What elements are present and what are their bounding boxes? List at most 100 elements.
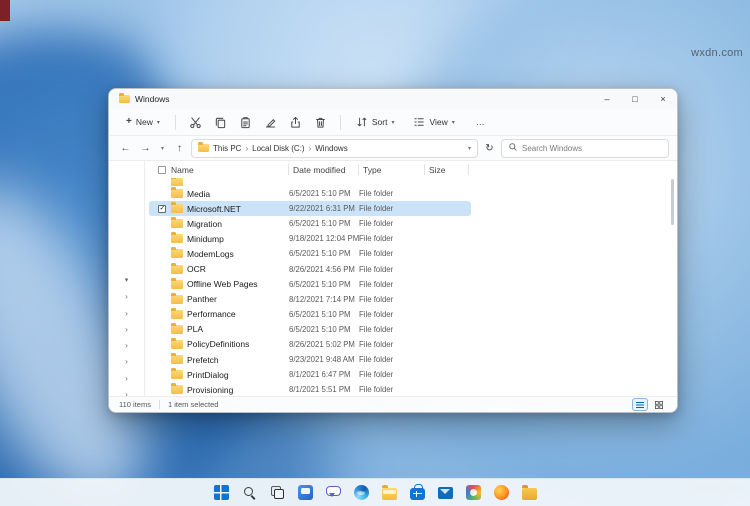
select-all-checkbox[interactable] (153, 164, 171, 175)
scrollbar-thumb[interactable] (671, 179, 674, 225)
row-date: 9/23/2021 9:48 AM (289, 355, 355, 365)
titlebar[interactable]: Windows – □ × (109, 89, 677, 109)
start-button[interactable] (210, 481, 232, 505)
widgets-button[interactable] (294, 481, 316, 505)
row-name: PrintDialog (187, 369, 229, 380)
tree-expander-icon[interactable]: › (109, 322, 144, 338)
row-checkbox[interactable] (153, 235, 171, 243)
mail-button[interactable] (434, 481, 456, 505)
row-checkbox[interactable] (153, 371, 171, 379)
copy-icon (214, 116, 227, 129)
row-checkbox[interactable] (153, 265, 171, 273)
delete-button[interactable] (309, 112, 332, 133)
row-name: Minidump (187, 233, 224, 244)
file-row[interactable]: Migration 6/5/2021 5:10 PM File folder (149, 216, 471, 231)
paste-button[interactable] (234, 112, 257, 133)
copy-button[interactable] (209, 112, 232, 133)
refresh-button[interactable]: ↻ (481, 139, 498, 157)
row-checkbox[interactable] (153, 204, 171, 213)
recent-locations-button[interactable]: ▾ (157, 139, 168, 157)
row-checkbox[interactable] (153, 178, 171, 186)
photos-button[interactable] (462, 481, 484, 505)
files-folder-button[interactable] (518, 481, 540, 505)
chat-button[interactable] (322, 481, 344, 505)
up-button[interactable]: ↑ (171, 139, 188, 157)
firefox-button[interactable] (490, 481, 512, 505)
sort-button[interactable]: Sort ▾ (349, 113, 402, 131)
search-button[interactable] (238, 481, 260, 505)
forward-button[interactable]: → (137, 139, 154, 157)
rename-button[interactable] (259, 112, 282, 133)
folder-icon (171, 178, 183, 186)
more-options-button[interactable]: … (469, 114, 493, 130)
tree-expander-icon[interactable]: ▾ (109, 273, 144, 289)
breadcrumb-item[interactable]: This PC (213, 144, 241, 153)
address-dropdown-icon[interactable]: ▾ (468, 145, 471, 152)
status-bar: 110 items 1 item selected (109, 396, 677, 412)
row-checkbox[interactable] (153, 356, 171, 364)
row-checkbox[interactable] (153, 340, 171, 348)
tree-expander-icon[interactable]: › (109, 354, 144, 370)
tree-expander-icon[interactable]: › (109, 371, 144, 387)
tree-expander-icon[interactable]: › (109, 338, 144, 354)
cut-button[interactable] (184, 112, 207, 133)
breadcrumb-item[interactable]: Windows (315, 144, 347, 153)
mail-icon (437, 487, 453, 500)
chevron-down-icon: ▾ (156, 119, 160, 126)
tree-expander-icon[interactable]: › (109, 306, 144, 322)
scrollbar[interactable] (671, 179, 675, 379)
column-header-type[interactable]: Type (359, 164, 425, 175)
back-button[interactable]: ← (117, 139, 134, 157)
search-box[interactable] (501, 138, 669, 158)
minimize-button[interactable]: – (593, 89, 621, 109)
row-date: 6/5/2021 5:10 PM (289, 309, 351, 319)
file-row[interactable]: Minidump 9/18/2021 12:04 PM File folder (149, 231, 471, 246)
file-row[interactable]: PLA 6/5/2021 5:10 PM File folder (149, 322, 471, 337)
close-button[interactable]: × (649, 89, 677, 109)
navigation-pane: ▾ › › › › › › › (109, 161, 145, 396)
file-row[interactable]: PrintDialog 8/1/2021 6:47 PM File folder (149, 367, 471, 382)
row-checkbox[interactable] (153, 190, 171, 198)
row-checkbox[interactable] (153, 310, 171, 318)
address-bar[interactable]: This PC › Local Disk (C:) › Windows ▾ (191, 138, 478, 158)
store-button[interactable] (406, 481, 428, 505)
breadcrumb-item[interactable]: Local Disk (C:) (252, 144, 304, 153)
plus-icon: + (126, 116, 132, 127)
row-checkbox[interactable] (153, 280, 171, 288)
file-explorer-button[interactable] (378, 481, 400, 505)
row-checkbox[interactable] (153, 325, 171, 333)
row-checkbox[interactable] (153, 250, 171, 258)
row-name: Provisioning (187, 384, 234, 395)
file-row[interactable]: PolicyDefinitions 8/26/2021 5:02 PM File… (149, 337, 471, 352)
row-checkbox[interactable] (153, 295, 171, 303)
maximize-button[interactable]: □ (621, 89, 649, 109)
column-header-date-modified[interactable]: Date modified (289, 164, 359, 175)
row-type: File folder (359, 264, 394, 274)
file-row[interactable]: Prefetch 9/23/2021 9:48 AM File folder (149, 352, 471, 367)
share-button[interactable] (284, 112, 307, 133)
search-input[interactable] (522, 143, 662, 153)
row-type: File folder (359, 324, 394, 334)
large-icons-view-button[interactable] (651, 398, 667, 411)
column-header-name[interactable]: Name (171, 164, 289, 175)
tree-expander-icon[interactable]: › (109, 387, 144, 396)
file-row[interactable]: Performance 6/5/2021 5:10 PM File folder (149, 307, 471, 322)
row-checkbox[interactable] (153, 220, 171, 228)
file-row[interactable]: Media 6/5/2021 5:10 PM File folder (149, 186, 471, 201)
new-button[interactable]: + New ▾ (119, 114, 167, 130)
file-row[interactable]: Provisioning 8/1/2021 5:51 PM File folde… (149, 382, 471, 396)
details-view-button[interactable] (632, 398, 648, 411)
column-header-size[interactable]: Size (425, 164, 469, 175)
file-row[interactable]: OCR 8/26/2021 4:56 PM File folder (149, 261, 471, 276)
row-checkbox[interactable] (153, 386, 171, 394)
breadcrumb-separator-icon: › (308, 143, 312, 153)
file-row[interactable]: Microsoft.NET 9/22/2021 6:31 PM File fol… (149, 201, 471, 217)
file-row[interactable]: Offline Web Pages 6/5/2021 5:10 PM File … (149, 277, 471, 292)
file-row[interactable]: Panther 8/12/2021 7:14 PM File folder (149, 292, 471, 307)
file-row[interactable] (149, 178, 471, 186)
file-row[interactable]: ModemLogs 6/5/2021 5:10 PM File folder (149, 246, 471, 261)
view-button[interactable]: View ▾ (406, 113, 461, 131)
edge-button[interactable] (350, 481, 372, 505)
tree-expander-icon[interactable]: › (109, 289, 144, 305)
task-view-button[interactable] (266, 481, 288, 505)
